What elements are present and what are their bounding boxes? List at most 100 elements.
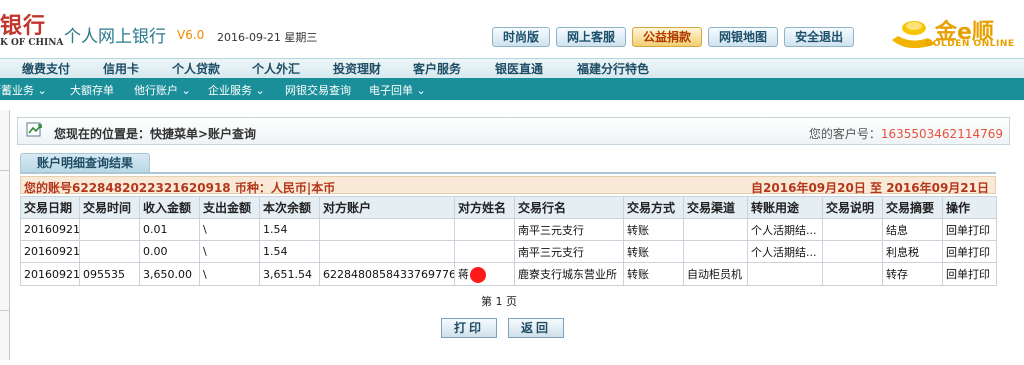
- table-cell: [79, 240, 140, 263]
- print-receipt-link[interactable]: 回单打印: [942, 262, 997, 286]
- customer-number-value: 1635503462114769: [880, 127, 1003, 141]
- table-cell: 南平三元支行: [514, 218, 624, 241]
- date-range: 自2016年09月20日 至 2016年09月21日: [751, 181, 989, 195]
- tab-account-detail-result[interactable]: 账户明细查询结果: [20, 153, 150, 173]
- nav-personal-loan[interactable]: 个人贷款: [172, 60, 220, 77]
- table-cell: 转账: [623, 240, 684, 263]
- col-header: 交易方式: [623, 196, 684, 219]
- col-header: 交易说明: [822, 196, 883, 219]
- col-header: 交易摘要: [882, 196, 943, 219]
- print-button[interactable]: 打印: [441, 318, 497, 338]
- table-cell: \: [199, 262, 260, 286]
- redaction-mark: [470, 266, 486, 283]
- counterparty-name: 蒋: [458, 267, 469, 281]
- table-cell: 0.01: [139, 218, 200, 241]
- customer-number-label: 您的客户号：: [808, 127, 881, 141]
- nav-e-receipt[interactable]: 电子回单 ⌄: [369, 82, 426, 98]
- table-cell: [822, 262, 883, 286]
- table-cell: 3,650.00: [139, 262, 200, 286]
- nav-savings[interactable]: 储蓄业务 ⌄: [0, 82, 47, 98]
- account-number-currency: 您的账号6228482022321620918 币种：人民币|本币: [24, 181, 336, 195]
- table-cell: 南平三元支行: [514, 240, 624, 263]
- table-cell: 转存: [882, 262, 943, 286]
- nav-medical[interactable]: 银医直通: [495, 60, 543, 77]
- top-button-group: 时尚版 网上客服 公益捐款 网银地图 安全退出: [492, 27, 855, 47]
- nav-customer-service[interactable]: 客户服务: [413, 60, 461, 77]
- table-cell: 个人活期结...: [747, 240, 823, 263]
- table-cell: [319, 240, 455, 263]
- col-header: 支出金额: [199, 196, 260, 219]
- table-cell: 转账: [623, 262, 684, 286]
- table-cell: 结息: [882, 218, 943, 241]
- system-title: 个人网上银行: [64, 27, 166, 47]
- nav-forex[interactable]: 个人外汇: [252, 60, 300, 77]
- account-info-bar: 您的账号6228482022321620918 币种：人民币|本币 自2016年…: [20, 176, 996, 195]
- table-cell: 个人活期结...: [747, 218, 823, 241]
- table-cell: 1.54: [259, 218, 320, 241]
- table-cell: [683, 218, 748, 241]
- logo-subtitle: GOLDEN ONLINE: [925, 39, 1015, 49]
- nav-investment[interactable]: 投资理财: [333, 60, 381, 77]
- bank-name: 银行: [0, 13, 47, 39]
- nav-other-bank-accounts[interactable]: 他行账户 ⌄: [134, 82, 191, 98]
- table-cell: 20160921: [20, 218, 80, 241]
- customer-number: 您的客户号：1635503462114769: [809, 125, 1003, 142]
- header: 银行 K OF CHINA 个人网上银行 V6.0 2016-09-21 星期三…: [0, 0, 1024, 58]
- table-cell: 20160921: [20, 240, 80, 263]
- charity-donation-button[interactable]: 公益捐款: [632, 27, 703, 47]
- col-header: 交易时间: [79, 196, 140, 219]
- location-icon: [26, 122, 42, 137]
- online-service-button[interactable]: 网上客服: [556, 27, 627, 47]
- col-header: 对方姓名: [454, 196, 515, 219]
- table-cell: [454, 218, 515, 241]
- nav-transaction-query[interactable]: 网银交易查询: [285, 82, 351, 98]
- secondary-nav: 储蓄业务 ⌄ 大额存单 他行账户 ⌄ 企业服务 ⌄ 网银交易查询 电子回单 ⌄: [0, 78, 1024, 100]
- table-cell: \: [199, 240, 260, 263]
- table-cell: 1.54: [259, 240, 320, 263]
- bank-map-button[interactable]: 网银地图: [708, 27, 779, 47]
- counterparty-name-cell: 蒋: [454, 262, 515, 286]
- location-bar: 您现在的位置是：快捷菜单>账户查询 您的客户号：1635503462114769: [17, 117, 1010, 145]
- table-cell: [747, 262, 823, 286]
- table-cell: 0.00: [139, 240, 200, 263]
- back-button[interactable]: 返回: [508, 318, 564, 338]
- fashion-version-button[interactable]: 时尚版: [492, 27, 551, 47]
- transaction-table: 交易日期 交易时间 收入金额 支出金额 本次余额 对方账户 对方姓名 交易行名 …: [20, 196, 997, 286]
- table-row: 20160921 0.00 \ 1.54 南平三元支行 转账 个人活期结... …: [20, 240, 997, 263]
- table-cell: [822, 218, 883, 241]
- left-sidebar: [0, 110, 10, 360]
- table-cell: \: [199, 218, 260, 241]
- col-header: 收入金额: [139, 196, 200, 219]
- table-cell: [79, 218, 140, 241]
- col-header: 转账用途: [747, 196, 823, 219]
- print-receipt-link[interactable]: 回单打印: [942, 240, 997, 263]
- table-cell: 6228480858433769776: [319, 262, 455, 286]
- system-version: V6.0: [177, 28, 205, 42]
- col-header: 交易日期: [20, 196, 80, 219]
- logout-button[interactable]: 安全退出: [784, 27, 855, 47]
- col-header: 交易渠道: [683, 196, 748, 219]
- table-cell: 自动柜员机: [683, 262, 748, 286]
- nav-large-deposit[interactable]: 大额存单: [70, 82, 114, 98]
- nav-fujian-branch[interactable]: 福建分行特色: [577, 60, 649, 77]
- nav-credit-card[interactable]: 信用卡: [103, 60, 139, 77]
- table-row: 20160921 0.01 \ 1.54 南平三元支行 转账 个人活期结... …: [20, 218, 997, 241]
- current-date: 2016-09-21 星期三: [217, 31, 318, 44]
- col-header: 对方账户: [319, 196, 455, 219]
- table-cell: [319, 218, 455, 241]
- page-indicator: 第 1 页: [481, 295, 517, 308]
- table-cell: 095535: [79, 262, 140, 286]
- table-cell: 利息税: [882, 240, 943, 263]
- print-receipt-link[interactable]: 回单打印: [942, 218, 997, 241]
- table-cell: 鹿寮支行城东营业所: [514, 262, 624, 286]
- nav-enterprise-service[interactable]: 企业服务 ⌄: [208, 82, 265, 98]
- table-row: 20160921 095535 3,650.00 \ 3,651.54 6228…: [20, 262, 997, 286]
- location-breadcrumb: 您现在的位置是：快捷菜单>账户查询: [54, 127, 257, 141]
- nav-payment[interactable]: 缴费支付: [22, 60, 70, 77]
- primary-nav: 缴费支付 信用卡 个人贷款 个人外汇 投资理财 客户服务 银医直通 福建分行特色: [0, 58, 1024, 78]
- table-header-row: 交易日期 交易时间 收入金额 支出金额 本次余额 对方账户 对方姓名 交易行名 …: [20, 196, 997, 219]
- table-cell: [683, 240, 748, 263]
- table-cell: [822, 240, 883, 263]
- col-header: 交易行名: [514, 196, 624, 219]
- table-cell: 20160921: [20, 262, 80, 286]
